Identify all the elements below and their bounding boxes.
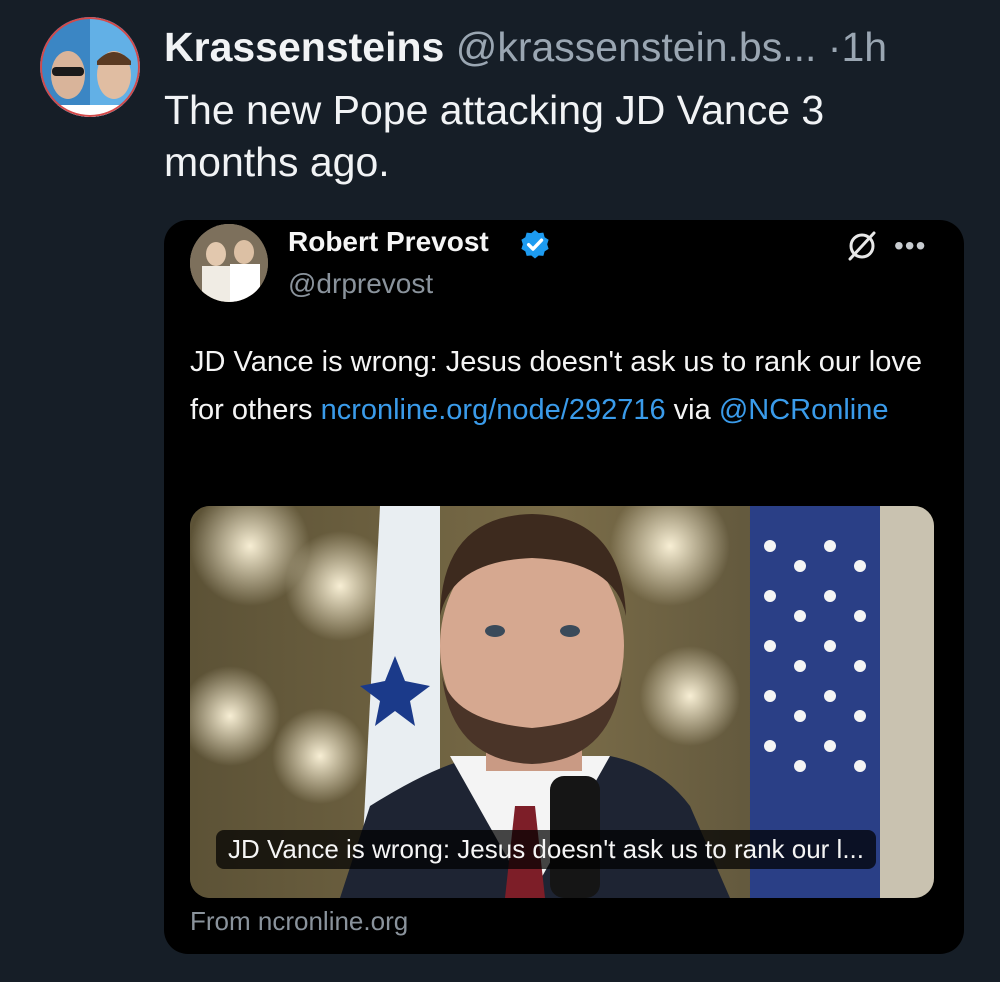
embedded-post-image[interactable]: Robert Prevost @drprevost ••• JD Vance i… [164, 220, 964, 954]
post-text: The new Pope attacking JD Vance 3 months… [164, 87, 825, 185]
embedded-author-handle: @drprevost [288, 268, 434, 299]
embedded-post-text: JD Vance is wrong: Jesus doesn't ask us … [190, 338, 940, 434]
embedded-text-via: via [665, 394, 719, 426]
embedded-mention: @NCRonline [718, 394, 889, 426]
post-timestamp[interactable]: 1h [841, 24, 887, 70]
embedded-author-avatar [190, 224, 268, 302]
author-name[interactable]: Krassensteins [164, 24, 444, 70]
link-preview-source: From ncronline.org [190, 906, 409, 936]
author-avatar-image [40, 17, 140, 117]
author-avatar[interactable] [40, 17, 140, 117]
verified-badge-icon [521, 230, 549, 259]
author-handle[interactable]: @krassenstein.bs... [456, 24, 817, 70]
post-header: Krassensteins @krassenstein.bs... ·1h [164, 22, 887, 72]
embedded-author-name: Robert Prevost [288, 226, 489, 257]
link-preview-card: JD Vance is wrong: Jesus doesn't ask us … [190, 506, 934, 898]
embedded-avatar-image [190, 224, 268, 302]
grok-icon [848, 231, 876, 261]
more-options-icon: ••• [894, 230, 927, 261]
embedded-link: ncronline.org/node/292716 [320, 394, 666, 426]
link-preview-title: JD Vance is wrong: Jesus doesn't ask us … [216, 830, 876, 869]
post-separator: · [827, 24, 842, 70]
